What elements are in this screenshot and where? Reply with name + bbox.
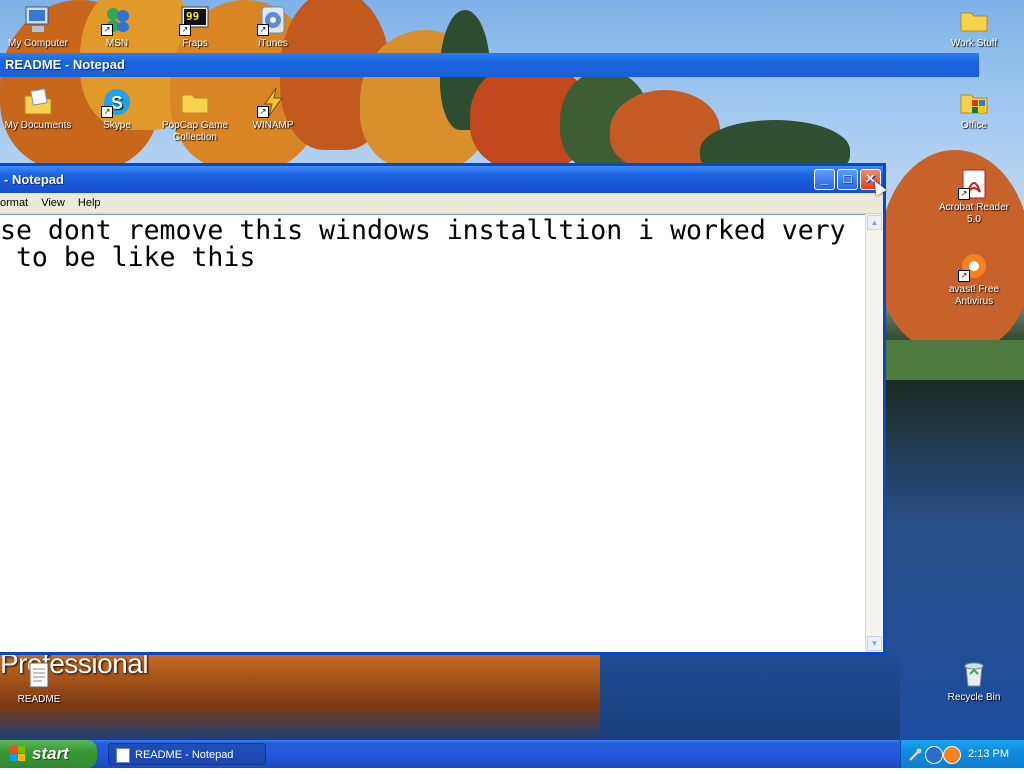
desktop-icon-label: My Documents	[4, 120, 72, 131]
ghost-window-title-bar[interactable]: README - Notepad	[0, 53, 979, 77]
avast-icon: ↗	[958, 250, 990, 282]
office-icon	[958, 86, 990, 118]
desktop-icon-label: MSN	[105, 38, 129, 49]
fraps-icon: 99 ↗	[179, 4, 211, 36]
network-icon[interactable]	[925, 746, 943, 764]
recycle-bin-icon	[958, 658, 990, 690]
desktop-icon-readme[interactable]: README	[0, 660, 79, 706]
start-label: start	[32, 744, 69, 763]
desktop-icon-label: Fraps	[182, 38, 208, 49]
text-editor-area[interactable]: se dont remove this windows installtion …	[0, 214, 866, 652]
desktop-icon-fraps[interactable]: 99 ↗ Fraps	[155, 4, 235, 50]
desktop-icon-work-stuff[interactable]: Work Stuff	[934, 4, 1014, 50]
minimize-button[interactable]: _	[814, 169, 835, 190]
desktop-icon-label: Office	[961, 120, 987, 131]
document-text[interactable]: se dont remove this windows installtion …	[0, 217, 860, 271]
svg-text:99: 99	[186, 10, 199, 23]
shortcut-arrow-icon: ↗	[179, 24, 191, 36]
desktop-icon-skype[interactable]: S ↗ Skype	[77, 86, 157, 132]
menu-bar: ormat View Help	[0, 193, 883, 214]
folder-icon	[958, 4, 990, 36]
menu-view[interactable]: View	[41, 197, 65, 209]
scroll-up-icon[interactable]: ▲	[867, 215, 882, 230]
desktop-icon-label: README	[17, 694, 61, 705]
desktop-icon-itunes[interactable]: ↗ iTunes	[233, 4, 313, 50]
itunes-icon: ↗	[257, 4, 289, 36]
desktop-icon-label: Work Stuff	[950, 38, 998, 49]
my-computer-icon	[22, 4, 54, 36]
desktop-icon-acrobat[interactable]: ↗ Acrobat Reader 5.0	[934, 168, 1014, 226]
start-button[interactable]: start	[0, 740, 97, 768]
notepad-icon	[116, 748, 130, 763]
shortcut-arrow-icon: ↗	[958, 270, 970, 282]
desktop-icon-label: Skype	[103, 120, 131, 131]
desktop-icon-label: My Computer	[7, 38, 68, 49]
folder-icon	[179, 86, 211, 118]
shortcut-arrow-icon: ↗	[958, 188, 970, 200]
winamp-icon: ↗	[257, 86, 289, 118]
tool-icon[interactable]	[907, 746, 923, 762]
desktop-icon-popcap[interactable]: PopCap Game Collection	[155, 86, 235, 144]
minimize-icon: _	[820, 171, 829, 186]
taskbar: start README - Notepad 2:13 PM	[0, 740, 1024, 768]
maximize-button[interactable]: □	[837, 169, 858, 190]
menu-format[interactable]: ormat	[0, 197, 28, 209]
scroll-down-icon[interactable]: ▼	[867, 636, 882, 651]
shortcut-arrow-icon: ↗	[257, 106, 269, 118]
desktop-icon-label: Acrobat Reader 5.0	[938, 202, 1010, 225]
desktop-icon-my-computer[interactable]: My Computer	[0, 4, 78, 50]
shortcut-arrow-icon: ↗	[101, 24, 113, 36]
text-file-icon	[23, 660, 55, 692]
desktop-icon-label: Recycle Bin	[947, 692, 1001, 703]
notepad-title-bar[interactable]: - Notepad _ □ ✕	[0, 166, 883, 193]
menu-help[interactable]: Help	[78, 197, 101, 209]
window-title: - Notepad	[4, 172, 64, 187]
taskbar-item-notepad[interactable]: README - Notepad	[108, 743, 266, 765]
desktop-icon-my-documents[interactable]: My Documents	[0, 86, 78, 132]
maximize-icon: □	[843, 171, 852, 186]
avast-tray-icon[interactable]	[943, 746, 961, 764]
desktop-icon-office[interactable]: Office	[934, 86, 1014, 132]
desktop-icon-label: iTunes	[258, 38, 288, 49]
shortcut-arrow-icon: ↗	[257, 24, 269, 36]
desktop-icon-msn[interactable]: ↗ MSN	[77, 4, 157, 50]
desktop-icon-avast[interactable]: ↗ avast! Free Antivirus	[934, 250, 1014, 308]
desktop-icon-label: PopCap Game Collection	[161, 120, 229, 143]
my-documents-icon	[22, 86, 54, 118]
acrobat-icon: ↗	[958, 168, 990, 200]
vertical-scrollbar[interactable]: ▲ ▼	[865, 214, 883, 652]
msn-icon: ↗	[101, 4, 133, 36]
desktop-icon-recycle-bin[interactable]: Recycle Bin	[934, 658, 1014, 704]
clock[interactable]: 2:13 PM	[968, 740, 1009, 768]
taskbar-item-label: README - Notepad	[135, 749, 234, 761]
skype-icon: S ↗	[101, 86, 133, 118]
shortcut-arrow-icon: ↗	[101, 106, 113, 118]
desktop-icon-label: avast! Free Antivirus	[948, 284, 1000, 307]
notepad-window[interactable]: - Notepad _ □ ✕ ormat View Help se dont …	[0, 163, 886, 655]
desktop-icon-winamp[interactable]: ↗ WINAMP	[233, 86, 313, 132]
desktop-icon-label: WINAMP	[252, 120, 294, 131]
windows-logo-icon	[10, 746, 26, 762]
system-tray: 2:13 PM	[900, 740, 1024, 768]
